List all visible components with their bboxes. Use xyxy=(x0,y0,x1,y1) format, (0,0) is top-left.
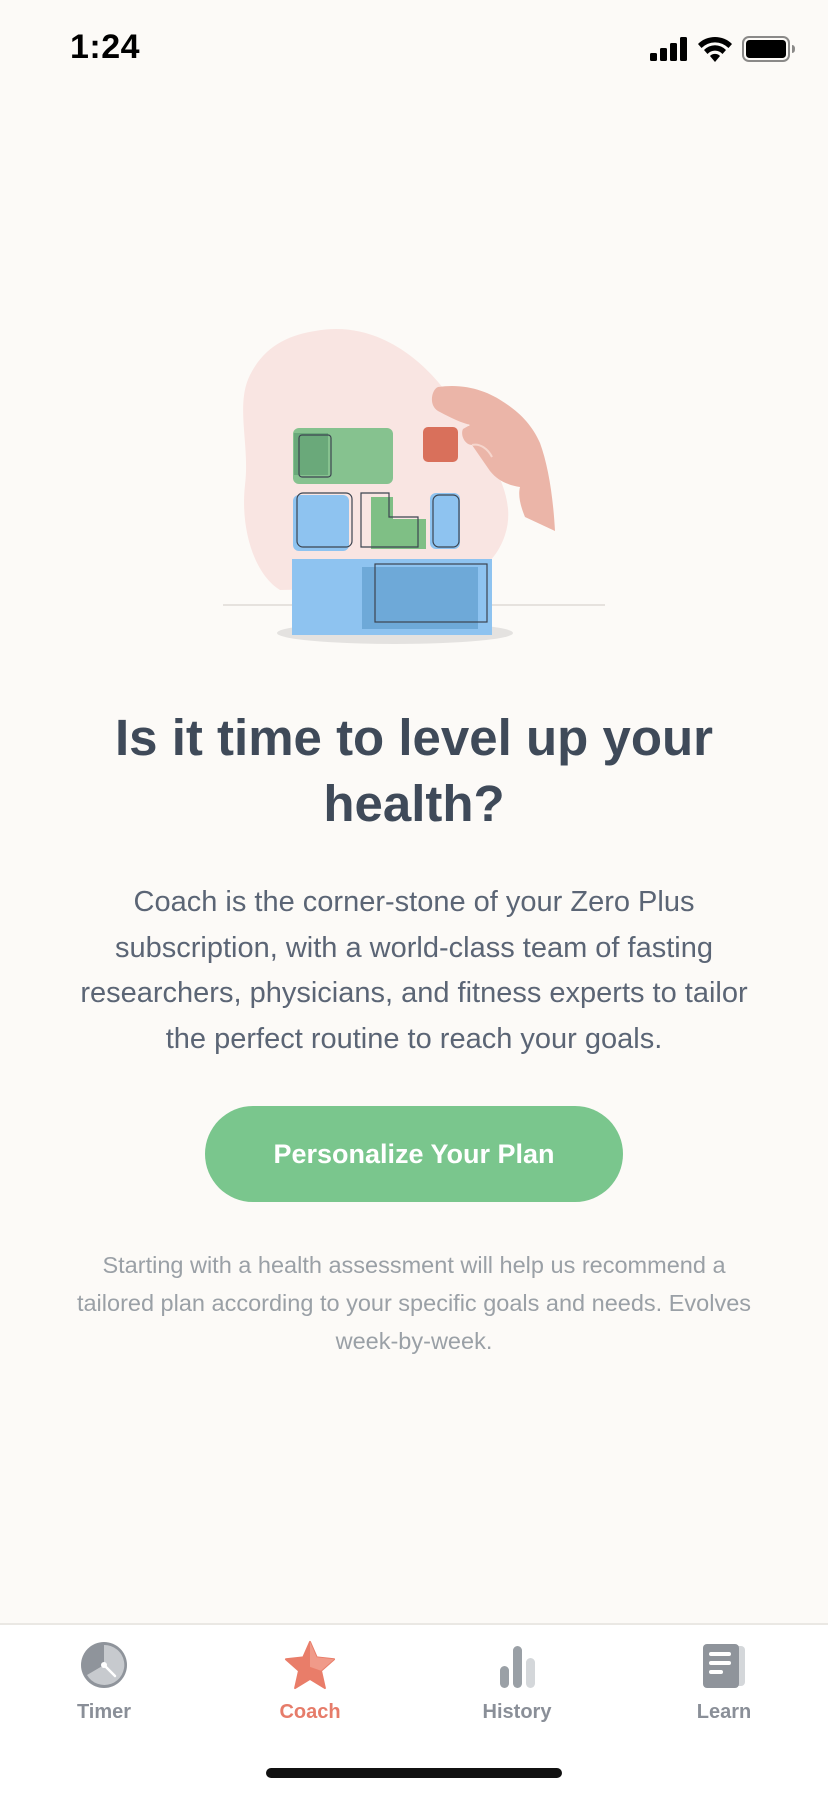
tab-history-label: History xyxy=(482,1701,552,1723)
status-bar: 1:24 xyxy=(0,0,828,100)
star-icon xyxy=(284,1639,336,1691)
tab-timer[interactable]: Timer xyxy=(34,1639,174,1739)
page-title: Is it time to level up your health? xyxy=(115,709,713,832)
battery-icon xyxy=(742,36,796,67)
coach-description: Coach is the corner-stone of your Zero P… xyxy=(80,886,748,1055)
hero-illustration xyxy=(220,325,610,655)
wifi-icon xyxy=(698,36,732,67)
tab-history[interactable]: History xyxy=(447,1639,587,1739)
article-icon xyxy=(698,1639,750,1691)
tab-learn-label: Learn xyxy=(696,1701,752,1723)
bar-chart-icon xyxy=(491,1639,543,1691)
timer-icon xyxy=(78,1639,130,1691)
personalize-plan-button[interactable]: Personalize Your Plan xyxy=(205,1106,623,1202)
status-time: 1:24 xyxy=(70,28,141,66)
tab-coach[interactable]: Coach xyxy=(240,1639,380,1739)
home-indicator xyxy=(266,1768,562,1778)
tab-coach-label: Coach xyxy=(279,1701,341,1723)
assessment-footnote: Starting with a health assessment will h… xyxy=(76,1252,752,1354)
tab-bar: Timer Coach History Learn xyxy=(0,1623,828,1794)
cellular-signal-icon xyxy=(650,37,688,66)
tab-timer-label: Timer xyxy=(76,1701,132,1723)
status-icons xyxy=(650,36,796,67)
tab-learn[interactable]: Learn xyxy=(654,1639,794,1739)
